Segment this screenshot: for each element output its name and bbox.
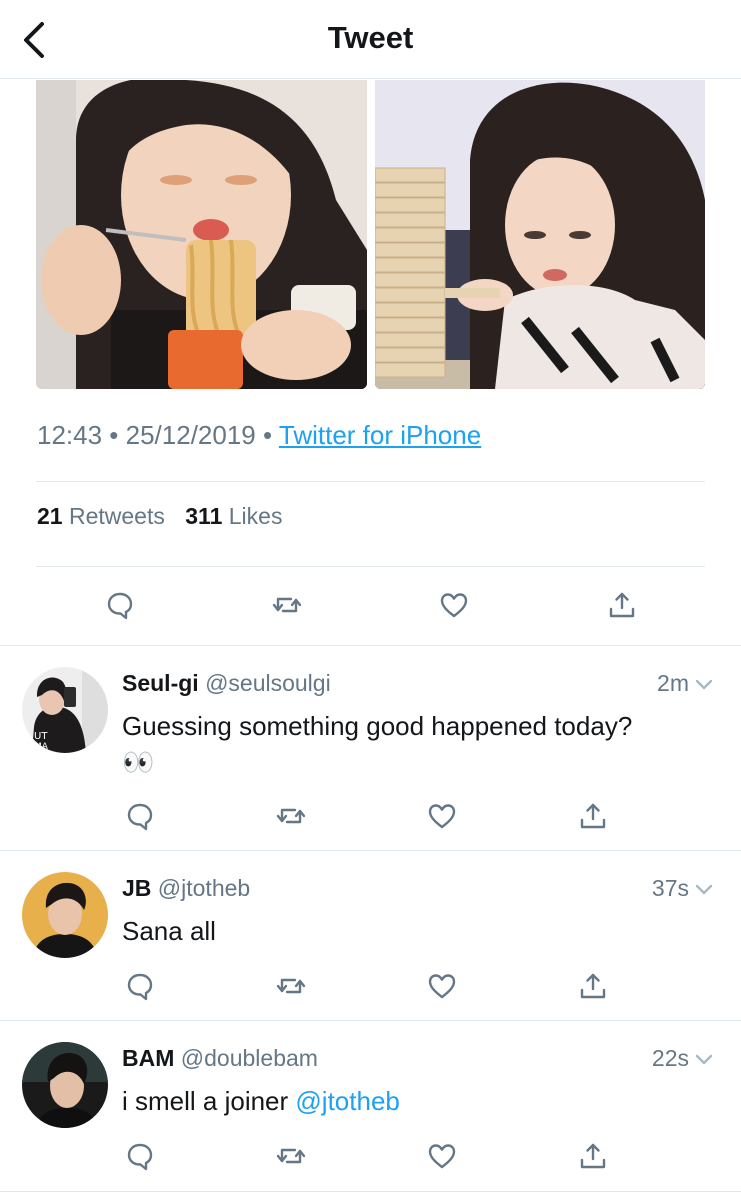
reply-time: 22s xyxy=(651,1045,689,1071)
reply-tweet[interactable]: UT MA Seul-gi @seulsoulgi 2m Guessing so… xyxy=(0,646,741,850)
page-title: Tweet xyxy=(327,20,414,55)
share-icon[interactable] xyxy=(607,590,637,620)
reply-icon[interactable] xyxy=(125,971,155,1001)
reply-timestamp: 37s xyxy=(652,875,713,902)
reply-author[interactable]: JB @jtotheb xyxy=(122,875,250,902)
retweet-icon[interactable] xyxy=(276,801,306,831)
tweet-image-1[interactable] xyxy=(36,80,367,389)
tweet-time: 12:43 xyxy=(37,420,103,450)
likes-label[interactable]: Likes xyxy=(229,503,283,529)
like-icon[interactable] xyxy=(439,590,469,620)
retweet-icon[interactable] xyxy=(276,971,306,1001)
reply-time: 37s xyxy=(651,875,689,901)
reply-text-content: Guessing something good happened today? xyxy=(122,711,633,741)
reply-display-name: JB xyxy=(122,875,152,901)
reply-tweet[interactable]: BAM @doublebam 22s i smell a joiner @jto… xyxy=(0,1021,741,1191)
reply-handle: @seulsoulgi xyxy=(205,670,331,696)
reply-handle: @doublebam xyxy=(180,1045,318,1071)
top-bar: Tweet xyxy=(0,0,741,79)
reply-timestamp: 2m xyxy=(657,670,713,697)
retweet-icon[interactable] xyxy=(276,1141,306,1171)
tweet-stats: 21 Retweets 311 Likes xyxy=(37,503,282,530)
divider xyxy=(0,1191,741,1192)
meta-separator: • xyxy=(255,420,279,450)
chevron-down-icon[interactable] xyxy=(695,1054,713,1066)
reply-author[interactable]: BAM @doublebam xyxy=(122,1045,318,1072)
retweet-icon[interactable] xyxy=(272,590,302,620)
reply-author[interactable]: Seul-gi @seulsoulgi xyxy=(122,670,331,697)
divider xyxy=(36,566,705,567)
reply-display-name: BAM xyxy=(122,1045,175,1071)
share-icon[interactable] xyxy=(578,801,608,831)
reply-text: Sana all xyxy=(122,913,216,949)
like-icon[interactable] xyxy=(427,801,457,831)
avatar[interactable]: UT MA xyxy=(22,667,108,753)
avatar[interactable] xyxy=(22,1042,108,1128)
retweets-label[interactable]: Retweets xyxy=(69,503,165,529)
tweet-source-link[interactable]: Twitter for iPhone xyxy=(279,420,481,450)
reply-text: i smell a joiner @jtotheb xyxy=(122,1083,400,1119)
eyes-emoji: 👀 xyxy=(122,747,155,777)
reply-icon[interactable] xyxy=(125,801,155,831)
tweet-meta: 12:43 • 25/12/2019 • Twitter for iPhone xyxy=(37,420,481,451)
like-icon[interactable] xyxy=(427,1141,457,1171)
reply-text-content: Sana all xyxy=(122,916,216,946)
reply-icon[interactable] xyxy=(105,590,135,620)
reply-text-content: i smell a joiner xyxy=(122,1086,296,1116)
svg-text:MA: MA xyxy=(34,742,49,752)
share-icon[interactable] xyxy=(578,971,608,1001)
reply-handle: @jtotheb xyxy=(157,875,251,901)
reply-timestamp: 22s xyxy=(652,1045,713,1072)
tweet-date: 25/12/2019 xyxy=(125,420,256,450)
meta-separator: • xyxy=(102,420,126,450)
reply-text: Guessing something good happened today? … xyxy=(122,708,632,780)
reply-icon[interactable] xyxy=(125,1141,155,1171)
reply-tweet[interactable]: JB @jtotheb 37s Sana all xyxy=(0,851,741,1020)
retweets-count[interactable]: 21 xyxy=(37,503,63,529)
likes-count[interactable]: 311 xyxy=(185,503,222,529)
reply-display-name: Seul-gi xyxy=(122,670,199,696)
chevron-down-icon[interactable] xyxy=(695,679,713,691)
divider xyxy=(36,481,705,482)
chevron-down-icon[interactable] xyxy=(695,884,713,896)
svg-text:UT: UT xyxy=(34,731,48,742)
share-icon[interactable] xyxy=(578,1141,608,1171)
like-icon[interactable] xyxy=(427,971,457,1001)
mention-link[interactable]: @jtotheb xyxy=(295,1086,399,1116)
reply-time: 2m xyxy=(657,670,689,696)
tweet-image-2[interactable] xyxy=(375,80,705,389)
avatar[interactable] xyxy=(22,872,108,958)
